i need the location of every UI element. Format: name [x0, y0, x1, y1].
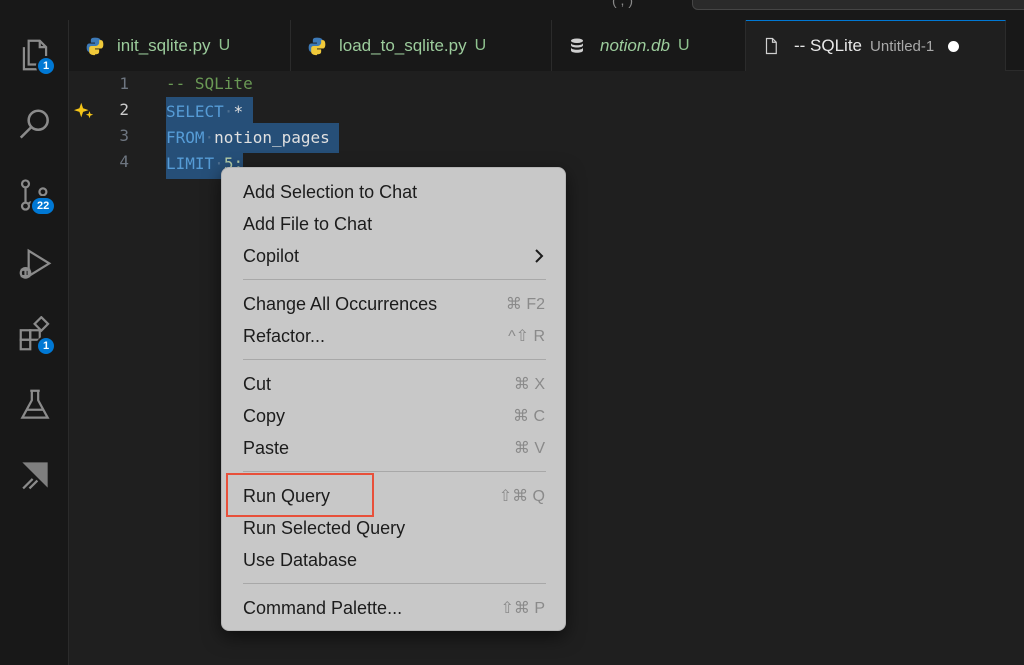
menu-item-label: Copy: [243, 405, 286, 426]
editor-tabs: init_sqlite.py U load_to_sqlite.py U not…: [69, 20, 1024, 71]
sql-keyword: LIMIT: [166, 154, 215, 173]
sqlite-explorer-button[interactable]: [14, 454, 56, 496]
menu-item-label: Use Database: [243, 549, 358, 570]
run-debug-icon: [19, 248, 52, 279]
sql-text: notion_pages: [214, 128, 330, 147]
flask-icon: [20, 389, 50, 419]
line-number: 4: [119, 152, 129, 171]
annotation-highlight-box: [226, 473, 374, 517]
menu-item-cut[interactable]: Cut ⌘ X: [222, 368, 567, 400]
extensions-button[interactable]: 1: [14, 314, 57, 356]
tab-status: U: [677, 36, 690, 54]
run-debug-button[interactable]: [14, 244, 56, 286]
explorer-badge: 1: [36, 56, 57, 76]
tab-label: init_sqlite.py: [117, 35, 211, 55]
menu-item-shortcut: ⇧⌘ P: [500, 600, 545, 617]
menu-item-refactor[interactable]: Refactor... ^⇧ R: [222, 320, 567, 352]
sql-text: *: [233, 102, 244, 121]
source-control-button[interactable]: 22: [14, 174, 57, 216]
unsaved-dot-icon[interactable]: [948, 40, 960, 52]
menu-item-label: Command Palette...: [243, 597, 403, 618]
tab-label: -- SQLite: [794, 36, 863, 55]
code-line: 3 FROM·notion_pages: [69, 123, 1024, 153]
menu-item-paste[interactable]: Paste ⌘ V: [222, 432, 567, 464]
menu-item-change-all-occurrences[interactable]: Change All Occurrences ⌘ F2: [222, 288, 567, 320]
menu-separator: [243, 471, 546, 472]
menu-item-label: Copilot: [243, 245, 300, 266]
menu-separator: [243, 279, 546, 280]
line-number: 1: [119, 74, 129, 93]
tab-description: Untitled-1: [870, 37, 935, 55]
menu-separator: [243, 359, 546, 360]
menu-item-label: Run Selected Query: [243, 517, 406, 538]
menu-item-add-selection-to-chat[interactable]: Add Selection to Chat: [222, 176, 567, 208]
menu-separator: [243, 583, 546, 584]
tab-label: load_to_sqlite.py: [339, 35, 467, 55]
python-icon: [307, 35, 329, 57]
source-control-badge: 22: [30, 196, 57, 216]
chevron-right-icon: [535, 249, 544, 263]
menu-item-label: Paste: [243, 437, 290, 458]
title-bar: ( , ): [0, 0, 1024, 20]
menu-item-shortcut: ⌘ F2: [505, 296, 545, 313]
testing-button[interactable]: [14, 384, 56, 426]
menu-item-label: Add File to Chat: [243, 213, 373, 234]
python-icon: [85, 35, 107, 57]
menu-item-label: Cut: [243, 373, 272, 394]
code-line: 1 -- SQLite: [69, 71, 1024, 97]
line-number: 3: [119, 126, 129, 145]
tab-status: U: [474, 36, 487, 54]
sql-keyword: SELECT: [166, 102, 224, 121]
search-icon: [19, 109, 49, 139]
menu-item-use-database[interactable]: Use Database: [222, 544, 567, 576]
tab-label: notion.db: [600, 35, 670, 55]
extensions-badge: 1: [36, 336, 57, 356]
menu-item-label: Change All Occurrences: [243, 293, 438, 314]
menu-item-label: Add Selection to Chat: [243, 181, 418, 202]
activity-bar: 1 22 1: [0, 20, 69, 665]
menu-item-label: Refactor...: [243, 325, 326, 346]
code-comment: -- SQLite: [166, 74, 253, 93]
line-number: 2: [119, 100, 129, 119]
context-menu: Add Selection to Chat Add File to Chat C…: [221, 167, 566, 631]
menu-item-add-file-to-chat[interactable]: Add File to Chat: [222, 208, 567, 240]
menu-item-shortcut: ⌘ C: [513, 408, 545, 425]
sqlite-explorer-icon: [22, 462, 48, 490]
code-line: 2 SELECT·*: [69, 97, 1024, 127]
file-icon: [762, 35, 784, 57]
sql-keyword: FROM: [166, 128, 205, 147]
menu-item-copy[interactable]: Copy ⌘ C: [222, 400, 567, 432]
menu-item-shortcut: ⌘ V: [513, 440, 545, 457]
explorer-button[interactable]: 1: [14, 34, 57, 76]
database-icon: [568, 35, 590, 57]
tab-status: U: [218, 36, 231, 54]
tab-sqlite-untitled[interactable]: -- SQLite Untitled-1: [746, 20, 1006, 71]
menu-item-copilot[interactable]: Copilot: [222, 240, 567, 272]
menu-item-shortcut: ⌘ X: [513, 376, 545, 393]
search-button[interactable]: [14, 104, 56, 146]
title-bar-text: ( , ): [612, 0, 633, 8]
command-center-search[interactable]: [692, 0, 1024, 10]
tab-init-sqlite[interactable]: init_sqlite.py U: [69, 20, 291, 71]
menu-item-shortcut: ^⇧ R: [508, 328, 545, 345]
menu-item-shortcut: ⇧⌘ Q: [498, 488, 545, 505]
tab-notion-db[interactable]: notion.db U: [552, 20, 746, 71]
tab-load-to-sqlite[interactable]: load_to_sqlite.py U: [291, 20, 552, 71]
menu-item-command-palette[interactable]: Command Palette... ⇧⌘ P: [222, 592, 567, 624]
